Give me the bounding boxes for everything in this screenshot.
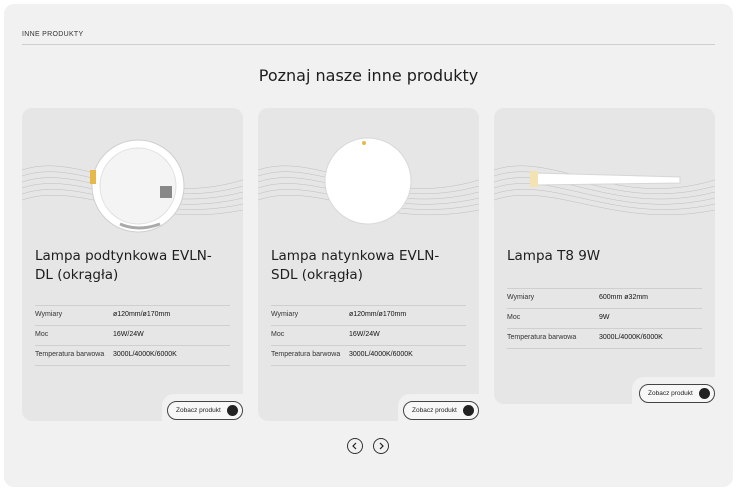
carousel-next-button[interactable] [373, 438, 389, 454]
card-title: Lampa natynkowa EVLN- SDL (okrągła) [271, 248, 440, 283]
arrow-down-right-icon [463, 405, 474, 416]
spec-row: Wymiary ø120mm/ø170mm [35, 305, 230, 325]
spec-row: Wymiary ø120mm/ø170mm [271, 305, 466, 325]
arrow-down-right-icon [699, 388, 710, 399]
spec-row: Moc 16W/24W [35, 325, 230, 345]
card-title: Lampa podtynkowa EVLN- DL (okrągła) [35, 248, 212, 283]
card-title: Lampa T8 9W [507, 248, 601, 264]
t8-tube-image [530, 171, 681, 187]
arrow-down-right-icon [227, 405, 238, 416]
carousel-prev-button[interactable] [347, 438, 363, 454]
spec-row: Moc 9W [507, 308, 702, 328]
view-product-button[interactable]: Zobacz produkt [403, 401, 479, 420]
spec-row: Wymiary 600mm ø32mm [507, 288, 702, 308]
view-product-button[interactable]: Zobacz produkt [167, 401, 243, 420]
spec-row: Temperatura barwowa 3000L/4000K/6000K [35, 345, 230, 366]
downlight-image [90, 139, 185, 233]
section-heading: Poznaj nasze inne produkty [258, 66, 479, 85]
spec-row: Temperatura barwowa 3000L/4000K/6000K [507, 328, 702, 349]
product-card-1[interactable]: Lampa podtynkowa EVLN- DL (okrągła) Wymi… [22, 108, 243, 421]
section-label: INNE PRODUKTY [22, 31, 84, 38]
spec-row: Moc 16W/24W [271, 325, 466, 345]
spec-table: Wymiary 600mm ø32mm Moc 9W Temperatura bar… [507, 288, 702, 349]
spec-table: Wymiary ø120mm/ø170mm Moc 16W/24W Temperat… [271, 305, 466, 366]
product-card-2[interactable]: Lampa natynkowa EVLN- SDL (okrągła) Wymi… [258, 108, 479, 421]
chevron-left-icon [352, 442, 357, 450]
chevron-right-icon [379, 442, 384, 450]
spec-table: Wymiary ø120mm/ø170mm Moc 16W/24W Temperat… [35, 305, 230, 366]
view-product-button[interactable]: Zobacz produkt [639, 384, 715, 403]
spec-row: Temperatura barwowa 3000L/4000K/6000K [271, 345, 466, 366]
divider [22, 44, 715, 45]
surface-lamp-image [324, 137, 412, 225]
product-card-3[interactable]: Lampa T8 9W Wymiary 600mm ø32mm Moc 9W Tem… [494, 108, 715, 404]
